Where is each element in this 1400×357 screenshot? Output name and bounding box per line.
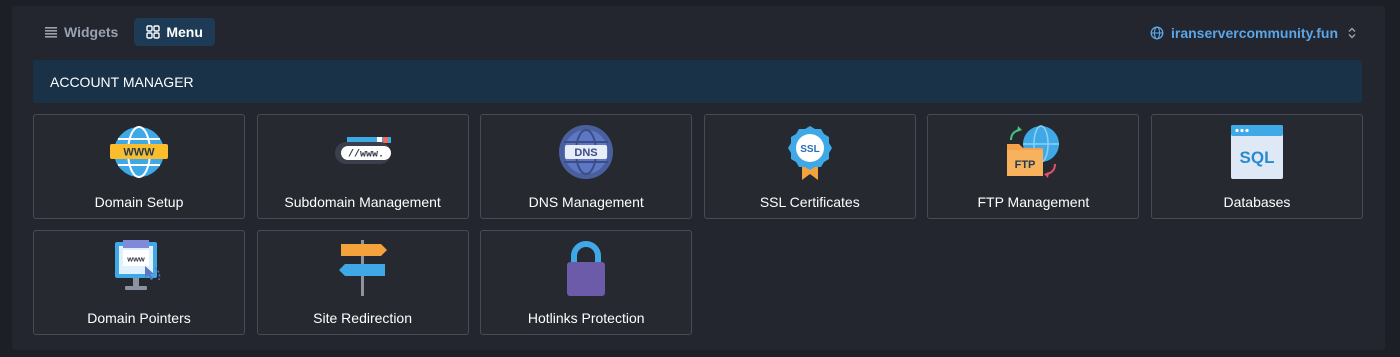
card-ssl-certificates-label: SSL Certificates bbox=[759, 194, 860, 210]
card-databases-label: Databases bbox=[1223, 194, 1291, 210]
card-domain-setup[interactable]: WWW Domain Setup bbox=[33, 114, 245, 219]
card-databases[interactable]: SQL Databases bbox=[1150, 114, 1363, 219]
card-subdomain-management-label: Subdomain Management bbox=[284, 194, 441, 210]
card-dns-management[interactable]: DNS DNS Management bbox=[480, 114, 693, 219]
dns-text: DNS bbox=[575, 147, 598, 159]
tab-menu-label: Menu bbox=[166, 24, 203, 40]
card-site-redirection[interactable]: Site Redirection bbox=[256, 230, 469, 335]
domain-selector[interactable]: iranservercommunity.fun bbox=[1150, 25, 1359, 41]
pointer-www-text: www bbox=[126, 255, 145, 264]
tab-menu[interactable]: Menu bbox=[134, 18, 215, 46]
globe-icon bbox=[1150, 26, 1164, 40]
card-subdomain-management[interactable]: //www. Subdomain Management bbox=[256, 114, 469, 219]
section-header: ACCOUNT MANAGER bbox=[33, 60, 1362, 103]
ssl-text: SSL bbox=[800, 144, 819, 155]
domain-selector-value: iranservercommunity.fun bbox=[1170, 25, 1338, 41]
subdomain-bar-icon: //www. bbox=[331, 121, 395, 183]
subdomain-text: //www. bbox=[348, 149, 384, 161]
card-dns-management-label: DNS Management bbox=[528, 194, 644, 210]
card-domain-pointers-label: Domain Pointers bbox=[87, 310, 191, 326]
grid-icon bbox=[146, 25, 161, 39]
card-hotlinks-protection-label: Hotlinks Protection bbox=[527, 310, 645, 326]
section-title: ACCOUNT MANAGER bbox=[50, 73, 194, 90]
view-tabs: Widgets Menu bbox=[32, 18, 215, 48]
ftp-text: FTP bbox=[1015, 159, 1036, 171]
card-domain-pointers[interactable]: www Domain Pointers bbox=[33, 230, 245, 335]
tab-widgets-label: Widgets bbox=[64, 24, 119, 40]
card-ftp-management[interactable]: FTP FTP Management bbox=[927, 114, 1140, 219]
menu-grid: WWW Domain Setup //www. Subdomain Manage… bbox=[33, 114, 1363, 335]
tab-widgets[interactable]: Widgets bbox=[32, 18, 130, 46]
card-ftp-management-label: FTP Management bbox=[977, 194, 1090, 210]
card-hotlinks-protection[interactable]: Hotlinks Protection bbox=[480, 230, 693, 335]
card-site-redirection-label: Site Redirection bbox=[313, 310, 412, 326]
list-icon bbox=[45, 27, 57, 38]
card-ssl-certificates[interactable]: SSL SSL Certificates bbox=[703, 114, 916, 219]
monitor-www-icon: www bbox=[107, 237, 171, 299]
chevron-updown-icon bbox=[1348, 27, 1356, 39]
sql-window-icon: SQL bbox=[1225, 121, 1289, 183]
www-text: WWW bbox=[123, 147, 155, 159]
card-domain-setup-label: Domain Setup bbox=[94, 194, 184, 210]
ssl-badge-icon: SSL bbox=[778, 121, 842, 183]
signpost-icon bbox=[331, 237, 395, 299]
padlock-icon bbox=[554, 237, 618, 299]
www-globe-icon: WWW bbox=[107, 121, 171, 183]
account-panel: Widgets Menu iranservercommunity.fun ACC… bbox=[12, 6, 1385, 350]
dns-globe-icon: DNS bbox=[554, 121, 618, 183]
ftp-folder-icon: FTP bbox=[1001, 121, 1065, 183]
sql-text: SQL bbox=[1239, 148, 1274, 167]
